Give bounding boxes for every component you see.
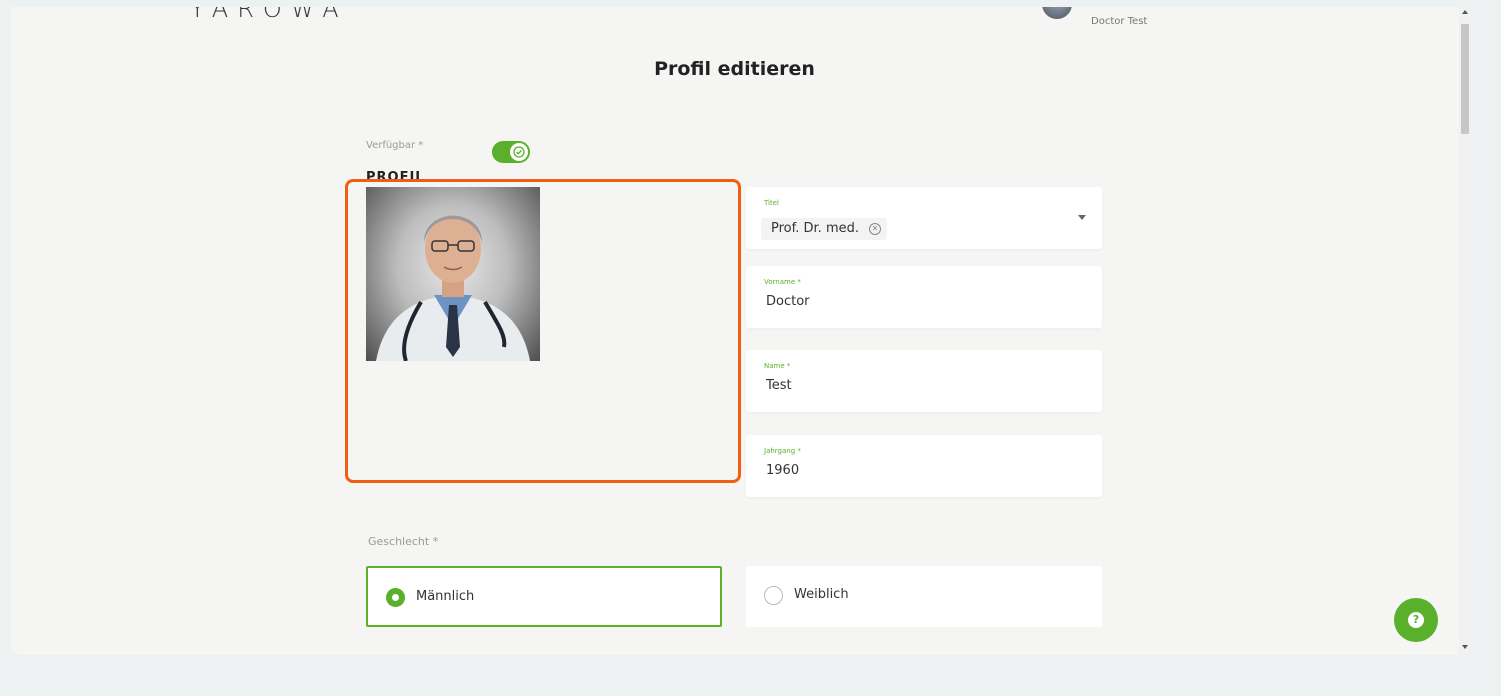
availability-label: Verfügbar * xyxy=(366,140,424,151)
radio-checked-icon[interactable] xyxy=(386,588,405,607)
profile-photo[interactable] xyxy=(366,187,540,361)
help-button[interactable]: ? xyxy=(1394,598,1438,642)
page-title: Profil editieren xyxy=(654,58,815,80)
title-select[interactable]: Titel Prof. Dr. med. ✕ xyxy=(746,187,1102,249)
caret-down-icon[interactable] xyxy=(1078,215,1086,220)
firstname-input[interactable]: Doctor xyxy=(766,294,810,309)
availability-toggle[interactable] xyxy=(492,141,530,163)
scroll-up-icon[interactable] xyxy=(1462,10,1468,14)
firstname-label: Vorname * xyxy=(764,278,801,286)
title-chip-label: Prof. Dr. med. xyxy=(771,221,859,236)
scroll-thumb[interactable] xyxy=(1461,24,1469,134)
page-scrollbar[interactable] xyxy=(1459,7,1471,655)
lastname-label: Name * xyxy=(764,362,791,370)
user-name: Doctor Test xyxy=(1091,16,1148,27)
page-viewport: YAROWA ▾ Doctor Test Profil editieren Ve… xyxy=(10,7,1471,655)
gender-label: Geschlecht * xyxy=(368,535,439,548)
title-chip: Prof. Dr. med. ✕ xyxy=(761,218,887,240)
birthyear-label: Jahrgang * xyxy=(764,447,801,455)
check-icon xyxy=(510,143,528,161)
title-label: Titel xyxy=(764,199,780,207)
birthyear-field[interactable]: Jahrgang * 1960 xyxy=(746,435,1102,497)
gender-option-label: Weiblich xyxy=(794,587,849,602)
gender-option-female[interactable]: Weiblich xyxy=(746,566,1102,627)
lastname-input[interactable]: Test xyxy=(766,378,792,393)
help-icon: ? xyxy=(1408,612,1424,628)
avatar[interactable] xyxy=(1042,7,1072,19)
radio-unchecked-icon[interactable] xyxy=(764,586,783,605)
lastname-field[interactable]: Name * Test xyxy=(746,350,1102,412)
scroll-down-icon[interactable] xyxy=(1462,645,1468,649)
birthyear-input[interactable]: 1960 xyxy=(766,463,799,478)
logo[interactable]: YAROWA xyxy=(190,7,348,23)
close-circle-icon[interactable]: ✕ xyxy=(869,223,881,235)
user-menu-chevron-icon[interactable]: ▾ xyxy=(1008,7,1013,10)
gender-option-male[interactable]: Männlich xyxy=(366,566,722,627)
gender-option-label: Männlich xyxy=(416,589,475,604)
firstname-field[interactable]: Vorname * Doctor xyxy=(746,266,1102,328)
